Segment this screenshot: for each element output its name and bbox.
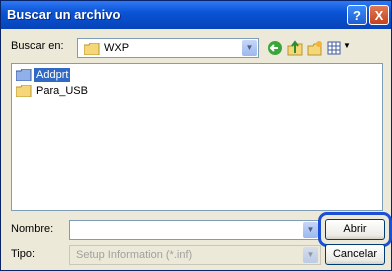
title-bar[interactable]: Buscar un archivo ? X [1, 1, 391, 29]
dialog-title: Buscar un archivo [7, 7, 121, 22]
file-list[interactable]: Addprt Para_USB [11, 63, 383, 211]
folder-icon [16, 85, 32, 97]
new-folder-icon[interactable] [307, 40, 323, 56]
look-in-row: Buscar en: WXP ▼ ▼ [11, 38, 383, 59]
look-in-value: WXP [104, 42, 130, 54]
up-folder-icon[interactable] [287, 40, 303, 56]
cancel-button[interactable]: Cancelar [325, 244, 385, 265]
folder-icon [16, 69, 32, 81]
help-button[interactable]: ? [347, 5, 367, 25]
look-in-label: Buscar en: [11, 40, 64, 52]
chevron-down-icon[interactable]: ▼ [242, 40, 257, 56]
filename-label: Nombre: [11, 223, 54, 235]
chevron-down-icon[interactable]: ▼ [303, 247, 318, 263]
filename-row: Nombre: ▼ Abrir [11, 212, 392, 247]
view-menu-arrow-icon[interactable]: ▼ [343, 41, 351, 50]
file-name: Addprt [34, 68, 71, 82]
open-button[interactable]: Abrir [325, 219, 385, 240]
filename-input[interactable] [69, 220, 321, 240]
file-name: Para_USB [36, 85, 88, 97]
filetype-label: Tipo: [11, 248, 36, 260]
chevron-down-icon[interactable]: ▼ [303, 222, 318, 238]
close-button[interactable]: X [369, 5, 389, 25]
look-in-combo[interactable]: WXP ▼ [77, 38, 259, 58]
filetype-select[interactable]: Setup Information (*.inf) [69, 245, 321, 265]
filetype-row: Tipo: Setup Information (*.inf) ▼ Cancel… [11, 244, 385, 267]
folder-icon [84, 43, 100, 55]
back-icon[interactable] [267, 40, 283, 56]
open-file-dialog: Buscar un archivo ? X Buscar en: WXP ▼ ▼… [0, 0, 392, 271]
view-menu-icon[interactable] [327, 40, 343, 56]
